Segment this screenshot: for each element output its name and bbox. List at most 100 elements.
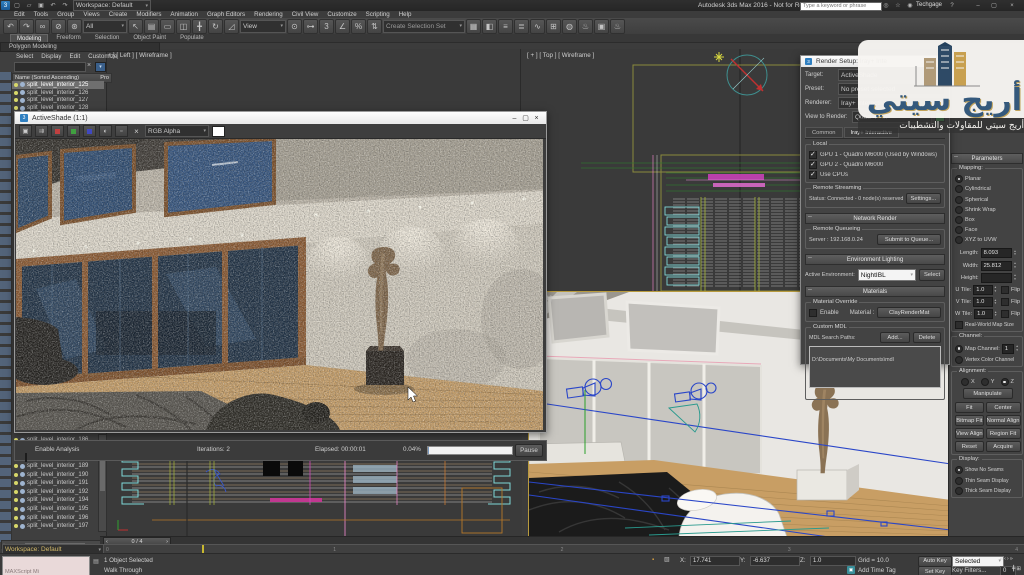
- tile-field[interactable]: 1.0: [973, 297, 993, 308]
- account-name[interactable]: Techgage: [916, 2, 942, 8]
- x-coordinate-field[interactable]: 17.741: [690, 556, 740, 566]
- menu-item[interactable]: Tools: [34, 11, 48, 18]
- auto-key-button[interactable]: Auto Key: [918, 555, 952, 567]
- explorer-row[interactable]: split_level_interior_195: [12, 505, 98, 514]
- select-and-manipulate-icon[interactable]: ⊶: [303, 18, 318, 34]
- clone-rendered-frame-icon[interactable]: ⇉: [35, 125, 48, 137]
- close-icon[interactable]: ×: [531, 114, 542, 123]
- explorer-row[interactable]: split_level_interior_189: [12, 462, 98, 471]
- select-environment-button[interactable]: Select: [919, 269, 945, 281]
- search-go-icon[interactable]: ◎: [881, 1, 891, 10]
- minimize-button[interactable]: –: [973, 1, 983, 10]
- vertex-color-radio[interactable]: [955, 355, 963, 364]
- axis-radio[interactable]: [961, 378, 970, 386]
- workspace-selector[interactable]: Workspace: Default ▾: [73, 0, 151, 11]
- save-file-icon[interactable]: ▣: [36, 1, 46, 10]
- absolute-mode-icon[interactable]: ▧: [664, 556, 670, 563]
- set-key-button[interactable]: Set Key: [918, 566, 952, 575]
- spinner-icon[interactable]: ▴ ▾: [1014, 261, 1020, 270]
- spinner-snap-icon[interactable]: ⇅: [367, 18, 382, 34]
- selection-filter-combo[interactable]: All ▾: [83, 19, 127, 33]
- explorer-menu-item[interactable]: Select: [16, 53, 33, 60]
- display-radio[interactable]: [955, 486, 963, 495]
- light-toggle-icon[interactable]: [14, 507, 18, 512]
- alignment-button[interactable]: View Align: [955, 428, 984, 440]
- explorer-menu-item[interactable]: Customize: [88, 53, 117, 60]
- render-setup-tab[interactable]: Common: [805, 127, 843, 138]
- pan-view-icon[interactable]: ╋: [1012, 566, 1015, 572]
- explorer-search-clear-icon[interactable]: ×: [87, 62, 91, 69]
- maxscript-mini-listener[interactable]: MAXScript Mi: [2, 556, 90, 575]
- ribbon-tab[interactable]: Freeform: [50, 34, 86, 42]
- mapping-radio[interactable]: [955, 185, 963, 194]
- flip-checkbox[interactable]: [1000, 298, 1009, 307]
- enable-analysis-checkbox[interactable]: [25, 453, 27, 462]
- ribbon-tab[interactable]: Object Paint: [127, 34, 172, 42]
- viewport-top-label[interactable]: [ + ] [ Top ] [ Wireframe ]: [527, 52, 594, 59]
- go-to-end-icon[interactable]: »: [1010, 556, 1013, 562]
- tile-field[interactable]: 1.0: [974, 309, 993, 320]
- map-channel-field[interactable]: 1: [1001, 343, 1015, 354]
- display-radio[interactable]: [955, 466, 963, 475]
- explorer-filter-icon[interactable]: ▾: [95, 62, 106, 72]
- alignment-button[interactable]: Center: [985, 402, 1021, 414]
- keyword-search-input[interactable]: [800, 1, 882, 11]
- menu-item[interactable]: Help: [399, 11, 412, 18]
- maximize-button[interactable]: ▢: [989, 1, 999, 10]
- green-channel-icon[interactable]: [67, 125, 80, 137]
- explorer-row[interactable]: split_level_interior_197: [12, 522, 98, 531]
- window-crossing-icon[interactable]: ◫: [176, 18, 191, 34]
- alignment-button[interactable]: Fit: [955, 402, 984, 414]
- select-by-name-icon[interactable]: ▤: [144, 18, 159, 34]
- rectangular-selection-icon[interactable]: ▭: [160, 18, 175, 34]
- explorer-row[interactable]: split_level_interior_127: [12, 97, 104, 105]
- mapping-radio[interactable]: [955, 175, 963, 184]
- bind-to-space-warp-icon[interactable]: ⊛: [67, 18, 82, 34]
- alignment-button[interactable]: Normal Align: [985, 415, 1021, 427]
- gpu-checkbox[interactable]: [809, 170, 817, 179]
- ribbon-subtab[interactable]: Polygon Modeling: [0, 42, 160, 52]
- active-environment-combo[interactable]: NightIBL ▾: [857, 269, 916, 281]
- named-selection-set-combo[interactable]: Create Selection Set ▾: [383, 19, 465, 33]
- select-and-move-icon[interactable]: ╋: [192, 18, 207, 34]
- go-to-start-icon[interactable]: «: [1000, 556, 1003, 562]
- undo-icon[interactable]: ↶: [3, 18, 18, 34]
- mapping-radio[interactable]: [955, 226, 963, 235]
- undo-icon[interactable]: ↶: [48, 1, 58, 10]
- explorer-filter-strip[interactable]: [0, 72, 12, 542]
- explorer-row[interactable]: split_level_interior_192: [12, 488, 98, 497]
- light-toggle-icon[interactable]: [14, 481, 18, 486]
- layer-manager-icon[interactable]: ≣: [514, 18, 529, 34]
- display-radio[interactable]: [955, 476, 963, 485]
- clear-frame-icon[interactable]: ×: [131, 126, 142, 136]
- new-file-icon[interactable]: ▢: [12, 1, 22, 10]
- close-button[interactable]: ×: [1007, 1, 1017, 10]
- channel-display-combo[interactable]: RGB Alpha ▾: [145, 125, 209, 137]
- light-toggle-icon[interactable]: [14, 515, 18, 520]
- spinner-icon[interactable]: ▴ ▾: [1014, 274, 1020, 282]
- alignment-button[interactable]: Reset: [955, 441, 984, 453]
- menu-item[interactable]: Create: [109, 11, 128, 18]
- render-setup-icon[interactable]: ♨: [578, 18, 593, 34]
- light-toggle-icon[interactable]: [14, 498, 18, 503]
- gpu-checkbox[interactable]: [809, 160, 817, 169]
- reference-coordinate-combo[interactable]: View ▾: [240, 19, 286, 33]
- rendered-frame-window-icon[interactable]: ▣: [594, 18, 609, 34]
- play-icon[interactable]: ›: [1007, 556, 1009, 562]
- menu-item[interactable]: Graph Editors: [207, 11, 245, 18]
- percent-snap-icon[interactable]: %: [351, 18, 366, 34]
- pause-button[interactable]: Pause: [515, 444, 543, 457]
- explorer-row[interactable]: split_level_interior_196: [12, 513, 98, 522]
- flip-checkbox[interactable]: [1000, 285, 1009, 294]
- light-toggle-icon[interactable]: [14, 82, 18, 87]
- maximize-icon[interactable]: ▢: [520, 114, 531, 123]
- materials-rollout[interactable]: Materials: [805, 286, 945, 297]
- menu-item[interactable]: Civil View: [292, 11, 319, 18]
- ribbon-tab[interactable]: Selection: [89, 34, 126, 42]
- red-channel-icon[interactable]: [51, 125, 64, 137]
- explorer-row[interactable]: split_level_interior_191: [12, 479, 98, 488]
- y-coordinate-field[interactable]: -6.637: [750, 556, 800, 566]
- settings-button[interactable]: Settings...: [905, 193, 941, 204]
- light-toggle-icon[interactable]: [14, 489, 18, 494]
- alignment-button[interactable]: Acquire: [985, 441, 1021, 453]
